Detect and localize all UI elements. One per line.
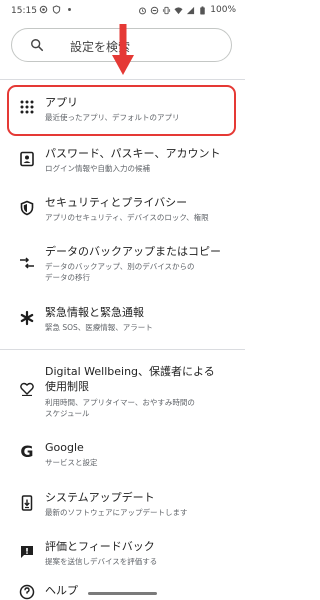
help-icon — [19, 584, 35, 600]
item-title: 緊急情報と緊急通報 — [45, 306, 144, 319]
settings-item-backup[interactable]: データのバックアップまたはコピー データのバックアップ、別のデバイスからの デー… — [0, 240, 245, 292]
settings-item-digital-wellbeing[interactable]: Digital Wellbeing、保護者による 使用制限 利用時間、アプリタイ… — [0, 362, 245, 426]
settings-item-google[interactable]: G Google サービスと設定 — [0, 436, 245, 476]
settings-item-apps[interactable]: アプリ 最近使ったアプリ、デフォルトのアプリ — [0, 87, 245, 135]
notification-dot-icon — [68, 8, 71, 11]
google-g-icon: G — [20, 442, 34, 461]
item-title: 評価とフィードバック — [45, 540, 155, 553]
status-bar: 15:15 100% — [0, 0, 245, 22]
item-subtitle: データの移行 — [45, 273, 90, 282]
wellbeing-icon — [20, 382, 34, 396]
settings-item-emergency[interactable]: 緊急情報と緊急通報 緊急 SOS、医療情報、アラート — [0, 301, 245, 341]
screen-record-icon — [39, 5, 48, 14]
battery-level: 100% — [210, 5, 236, 15]
item-subtitle: 提案を送信しデバイスを評価する — [45, 557, 158, 566]
account-box-icon — [20, 151, 34, 167]
item-title: データのバックアップまたはコピー — [45, 245, 221, 258]
item-title: Digital Wellbeing、保護者による — [45, 365, 215, 378]
signal-icon — [187, 6, 195, 14]
system-update-icon — [21, 495, 33, 511]
item-title: 使用制限 — [45, 380, 89, 393]
divider — [0, 79, 245, 80]
security-shield-icon — [52, 5, 61, 14]
item-title: セキュリティとプライバシー — [45, 196, 188, 209]
item-subtitle: 利用時間、アプリタイマー、おやすみ時間の — [45, 398, 195, 407]
asterisk-icon — [20, 310, 34, 326]
status-notification-icons — [39, 5, 74, 14]
item-title: パスワード、パスキー、アカウント — [45, 147, 221, 160]
shield-icon — [20, 200, 34, 216]
item-title: アプリ — [45, 96, 78, 109]
apps-grid-icon — [20, 100, 34, 114]
item-subtitle: アプリのセキュリティ、デバイスのロック、権限 — [45, 213, 209, 222]
settings-item-system-update[interactable]: システムアップデート 最新のソフトウェアにアップデートします — [0, 486, 245, 526]
divider — [0, 349, 245, 350]
annotation-arrow-icon — [112, 24, 134, 75]
item-subtitle: データのバックアップ、別のデバイスからの — [45, 262, 195, 271]
item-subtitle: スケジュール — [45, 409, 90, 418]
settings-item-help[interactable]: ヘルプ — [0, 582, 245, 600]
item-title: システムアップデート — [45, 491, 155, 504]
gesture-nav-bar[interactable] — [88, 592, 157, 595]
item-subtitle: 緊急 SOS、医療情報、アラート — [45, 323, 153, 332]
dnd-icon — [151, 6, 159, 14]
item-subtitle: ログイン情報や自動入力の候補 — [45, 164, 150, 173]
item-subtitle: 最新のソフトウェアにアップデートします — [45, 508, 188, 517]
battery-icon — [200, 5, 206, 15]
feedback-icon — [21, 546, 33, 558]
item-title: Google — [45, 441, 84, 454]
wifi-icon — [174, 6, 183, 14]
settings-item-security[interactable]: セキュリティとプライバシー アプリのセキュリティ、デバイスのロック、権限 — [0, 191, 245, 231]
alarm-icon — [139, 6, 147, 14]
item-subtitle: サービスと設定 — [45, 458, 98, 467]
status-system-icons: 100% — [138, 5, 236, 15]
search-icon — [31, 39, 44, 52]
transfer-arrows-icon — [20, 257, 34, 269]
item-title: ヘルプ — [45, 584, 78, 597]
status-time: 15:15 — [11, 6, 37, 16]
settings-item-passwords[interactable]: パスワード、パスキー、アカウント ログイン情報や自動入力の候補 — [0, 142, 245, 182]
settings-item-feedback[interactable]: 評価とフィードバック 提案を送信しデバイスを評価する — [0, 535, 245, 575]
item-subtitle: 最近使ったアプリ、デフォルトのアプリ — [45, 113, 180, 122]
vibrate-icon — [163, 6, 171, 14]
